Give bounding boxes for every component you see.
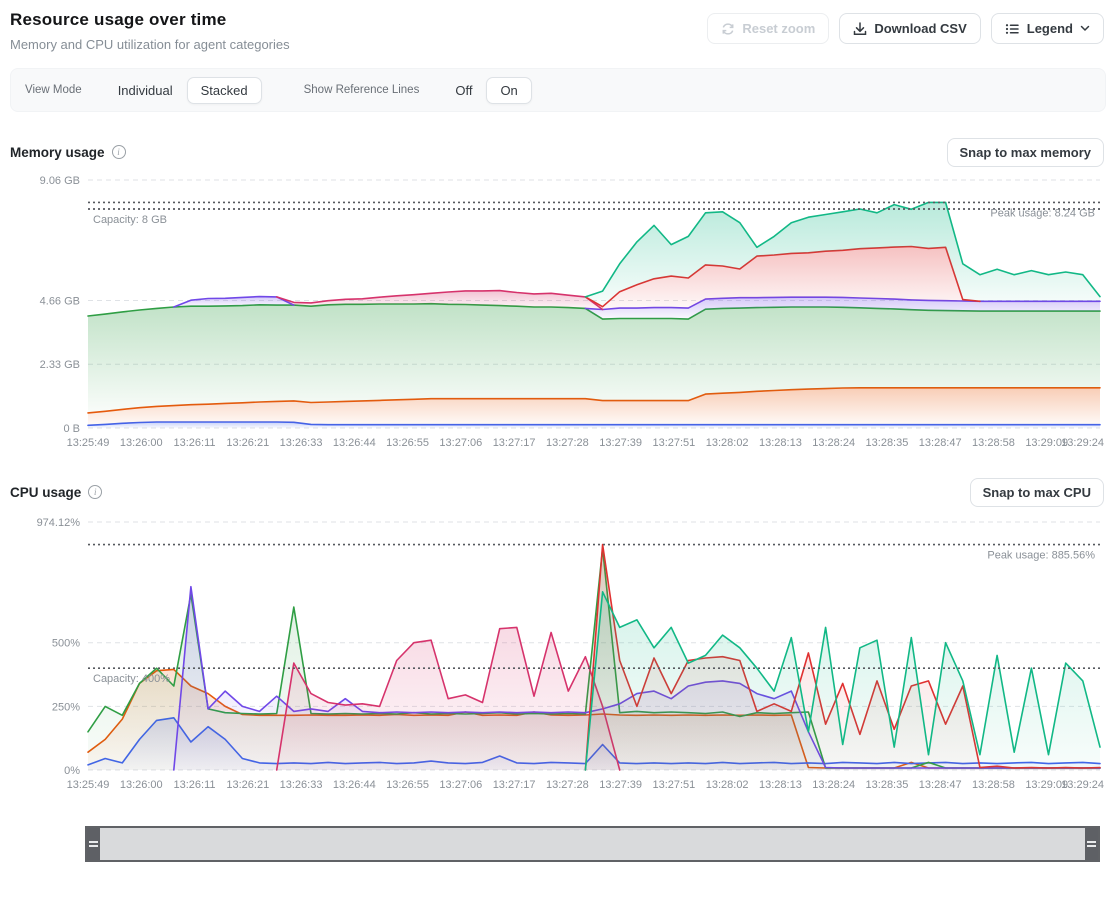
svg-text:Capacity: 400%: Capacity: 400% [93, 673, 170, 685]
page-header: Resource usage over time Memory and CPU … [0, 0, 1116, 52]
svg-text:13:28:58: 13:28:58 [972, 779, 1015, 791]
chevron-down-icon [1080, 25, 1090, 32]
svg-text:13:27:17: 13:27:17 [493, 779, 536, 791]
snap-max-cpu-button[interactable]: Snap to max CPU [970, 478, 1104, 507]
svg-text:13:27:39: 13:27:39 [599, 437, 642, 449]
svg-text:13:28:13: 13:28:13 [759, 779, 802, 791]
svg-text:13:27:06: 13:27:06 [439, 437, 482, 449]
svg-text:13:28:35: 13:28:35 [866, 437, 909, 449]
svg-text:13:26:11: 13:26:11 [174, 437, 216, 449]
svg-text:Peak usage: 8.24 GB: Peak usage: 8.24 GB [990, 207, 1095, 219]
view-mode-individual-button[interactable]: Individual [104, 77, 187, 104]
memory-usage-chart[interactable]: 0 B 2.33 GB 4.66 GB 9.06 GB 13:25:49 13:26:00… [0, 168, 1116, 458]
svg-text:13:26:44: 13:26:44 [333, 437, 376, 449]
svg-text:13:26:00: 13:26:00 [120, 437, 163, 449]
svg-text:13:26:33: 13:26:33 [280, 779, 323, 791]
legend-button[interactable]: Legend [991, 13, 1104, 44]
svg-text:0 B: 0 B [63, 423, 80, 435]
reference-lines-label: Show Reference Lines [304, 84, 420, 96]
svg-text:13:27:06: 13:27:06 [439, 779, 482, 791]
svg-text:13:25:49: 13:25:49 [67, 437, 110, 449]
snap-max-memory-button[interactable]: Snap to max memory [947, 138, 1105, 167]
svg-text:9.06 GB: 9.06 GB [40, 175, 80, 187]
cpu-section-header: CPU usage i Snap to max CPU [10, 476, 1104, 508]
svg-text:13:26:21: 13:26:21 [226, 437, 269, 449]
svg-text:13:26:44: 13:26:44 [333, 779, 376, 791]
reset-zoom-label: Reset zoom [742, 21, 815, 36]
time-range-brush[interactable] [85, 826, 1100, 862]
cpu-info-icon[interactable]: i [88, 485, 102, 499]
svg-text:13:28:47: 13:28:47 [919, 779, 962, 791]
download-csv-button[interactable]: Download CSV [839, 13, 980, 44]
svg-text:13:25:49: 13:25:49 [67, 779, 110, 791]
svg-text:Peak usage: 885.56%: Peak usage: 885.56% [987, 550, 1095, 562]
refresh-icon [721, 22, 735, 36]
download-icon [853, 22, 867, 36]
svg-text:250%: 250% [52, 701, 80, 713]
reset-zoom-button[interactable]: Reset zoom [707, 13, 829, 44]
view-options-toolbar: View Mode Individual Stacked Show Refere… [10, 68, 1106, 112]
memory-usage-title: Memory usage [10, 145, 105, 160]
download-csv-label: Download CSV [874, 21, 966, 36]
svg-text:13:26:11: 13:26:11 [174, 779, 216, 791]
svg-text:13:28:02: 13:28:02 [706, 437, 749, 449]
svg-text:13:26:21: 13:26:21 [226, 779, 269, 791]
brush-left-handle[interactable] [87, 828, 100, 860]
svg-text:13:27:28: 13:27:28 [546, 437, 589, 449]
svg-text:13:28:58: 13:28:58 [972, 437, 1015, 449]
svg-text:13:28:02: 13:28:02 [706, 779, 749, 791]
svg-text:974.12%: 974.12% [37, 517, 81, 529]
legend-label: Legend [1027, 21, 1073, 36]
svg-text:13:27:39: 13:27:39 [599, 779, 642, 791]
reference-on-button[interactable]: On [486, 77, 531, 104]
svg-text:2.33 GB: 2.33 GB [40, 359, 80, 371]
svg-text:13:27:28: 13:27:28 [546, 779, 589, 791]
view-mode-label: View Mode [25, 84, 82, 96]
legend-list-icon [1005, 22, 1020, 36]
svg-text:13:26:00: 13:26:00 [120, 779, 163, 791]
dashboard-page: Resource usage over time Memory and CPU … [0, 0, 1116, 906]
svg-text:13:29:24: 13:29:24 [1061, 779, 1104, 791]
memory-info-icon[interactable]: i [112, 145, 126, 159]
header-actions: Reset zoom Download CSV Legend [707, 13, 1104, 44]
svg-text:13:28:35: 13:28:35 [866, 779, 909, 791]
cpu-usage-chart[interactable]: 0% 250% 500% 974.12% 13:25:49 13:26:00 13:26:1… [0, 508, 1116, 798]
svg-text:13:27:17: 13:27:17 [493, 437, 536, 449]
svg-text:4.66 GB: 4.66 GB [40, 295, 80, 307]
svg-text:13:28:24: 13:28:24 [812, 779, 855, 791]
reference-off-button[interactable]: Off [441, 77, 486, 104]
svg-text:13:28:24: 13:28:24 [812, 437, 855, 449]
svg-text:500%: 500% [52, 638, 80, 650]
svg-text:13:28:47: 13:28:47 [919, 437, 962, 449]
svg-text:13:26:55: 13:26:55 [386, 437, 429, 449]
svg-text:13:27:51: 13:27:51 [652, 779, 695, 791]
cpu-usage-title: CPU usage [10, 485, 81, 500]
svg-text:Capacity: 8 GB: Capacity: 8 GB [93, 214, 167, 226]
svg-text:13:29:24: 13:29:24 [1061, 437, 1104, 449]
svg-text:13:27:51: 13:27:51 [652, 437, 695, 449]
svg-text:13:26:33: 13:26:33 [280, 437, 323, 449]
brush-right-handle[interactable] [1085, 828, 1098, 860]
svg-text:13:26:55: 13:26:55 [386, 779, 429, 791]
svg-text:0%: 0% [64, 765, 80, 777]
memory-section-header: Memory usage i Snap to max memory [10, 136, 1104, 168]
view-mode-stacked-button[interactable]: Stacked [187, 77, 262, 104]
svg-text:13:28:13: 13:28:13 [759, 437, 802, 449]
